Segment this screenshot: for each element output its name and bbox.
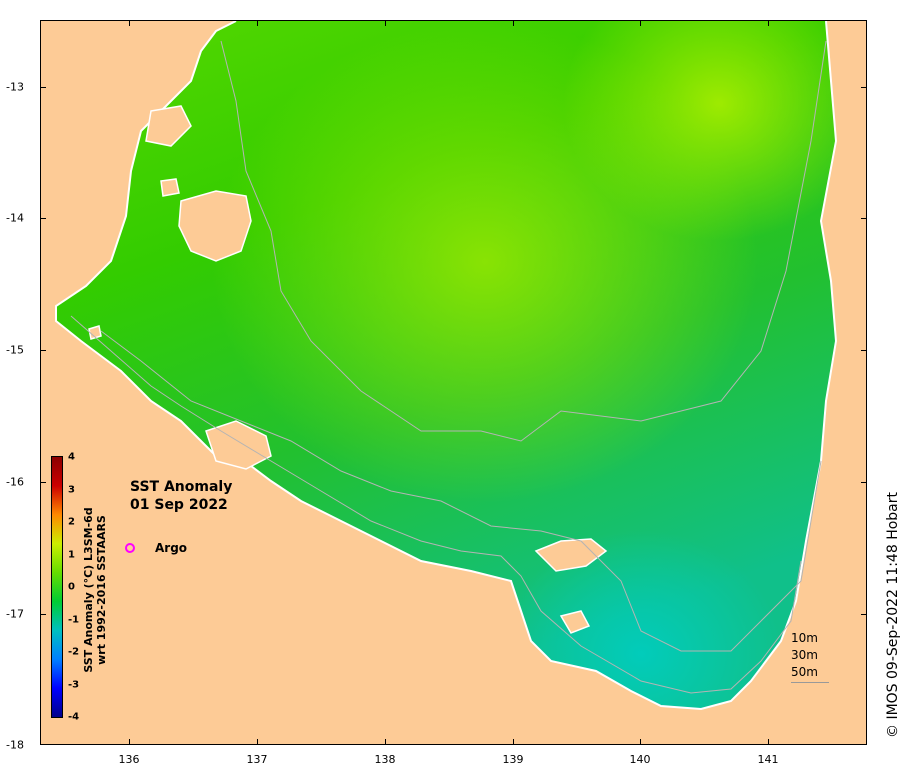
map-title: SST Anomaly 01 Sep 2022 bbox=[130, 478, 232, 514]
colorbar-tick-label: 1 bbox=[68, 549, 75, 561]
x-tick-mark bbox=[768, 20, 769, 26]
map-title-product: SST Anomaly bbox=[130, 479, 233, 495]
x-tick-label: 136 bbox=[118, 753, 140, 766]
y-tick-label: -16 bbox=[6, 475, 24, 489]
colorbar-title-line1: SST Anomaly (°C) L3SM-6d bbox=[82, 507, 95, 673]
colorbar-tick-label: -3 bbox=[68, 679, 80, 691]
y-tick-mark bbox=[861, 350, 867, 351]
x-tick-mark bbox=[513, 739, 514, 745]
y-tick-label: -17 bbox=[6, 607, 24, 621]
y-tick-mark bbox=[861, 482, 867, 483]
colorbar-tick-label: 0 bbox=[68, 581, 75, 593]
colorbar-title-line2: wrt 1992-2016 SSTAARS bbox=[95, 515, 108, 665]
island-small-north bbox=[160, 178, 180, 197]
sst-map bbox=[55, 21, 838, 711]
x-tick-mark bbox=[129, 739, 130, 745]
x-tick-label: 138 bbox=[374, 753, 396, 766]
y-tick-label: -18 bbox=[6, 738, 24, 752]
colorbar-tick-label: 2 bbox=[68, 516, 75, 528]
x-tick-mark bbox=[257, 739, 258, 745]
x-tick-mark bbox=[129, 20, 130, 26]
map-title-date: 01 Sep 2022 bbox=[130, 497, 228, 513]
colorbar-tick-label: -1 bbox=[68, 614, 80, 626]
argo-label: Argo bbox=[155, 541, 188, 555]
y-tick-mark bbox=[861, 614, 867, 615]
y-tick-label: -15 bbox=[6, 343, 24, 357]
x-tick-mark bbox=[385, 739, 386, 745]
y-tick-mark bbox=[40, 87, 46, 88]
depth-legend: 10m 30m 50m bbox=[791, 630, 818, 681]
map-frame bbox=[40, 20, 867, 745]
depth-label-10m: 10m bbox=[791, 631, 818, 645]
x-tick-label: 139 bbox=[502, 753, 524, 766]
depth-label-30m: 30m bbox=[791, 648, 818, 662]
depth-label-50m: 50m bbox=[791, 665, 818, 679]
y-tick-mark bbox=[40, 614, 46, 615]
colorbar bbox=[51, 456, 63, 718]
x-tick-label: 137 bbox=[246, 753, 268, 766]
y-tick-mark bbox=[40, 482, 46, 483]
y-tick-label: -13 bbox=[6, 80, 24, 94]
colorbar-tick-label: 4 bbox=[68, 451, 75, 463]
y-tick-mark bbox=[40, 218, 46, 219]
x-tick-mark bbox=[768, 739, 769, 745]
x-tick-label: 141 bbox=[757, 753, 779, 766]
x-tick-mark bbox=[640, 739, 641, 745]
colorbar-tick-label: 3 bbox=[68, 484, 75, 496]
x-tick-mark bbox=[385, 20, 386, 26]
y-tick-mark bbox=[861, 87, 867, 88]
colorbar-title: SST Anomaly (°C) L3SM-6d wrt 1992-2016 S… bbox=[82, 507, 108, 672]
x-tick-mark bbox=[257, 20, 258, 26]
x-tick-label: 140 bbox=[629, 753, 651, 766]
colorbar-tick-label: -4 bbox=[68, 711, 80, 723]
argo-marker-icon bbox=[125, 543, 135, 553]
argo-legend: Argo bbox=[125, 541, 187, 555]
depth-legend-line bbox=[791, 682, 829, 683]
y-tick-mark bbox=[861, 218, 867, 219]
x-tick-mark bbox=[640, 20, 641, 26]
credit-text: © IMOS 09-Sep-2022 11:48 Hobart bbox=[885, 492, 901, 738]
y-tick-mark bbox=[40, 350, 46, 351]
colorbar-tick-label: -2 bbox=[68, 646, 80, 658]
y-tick-label: -14 bbox=[6, 211, 24, 225]
x-tick-mark bbox=[513, 20, 514, 26]
